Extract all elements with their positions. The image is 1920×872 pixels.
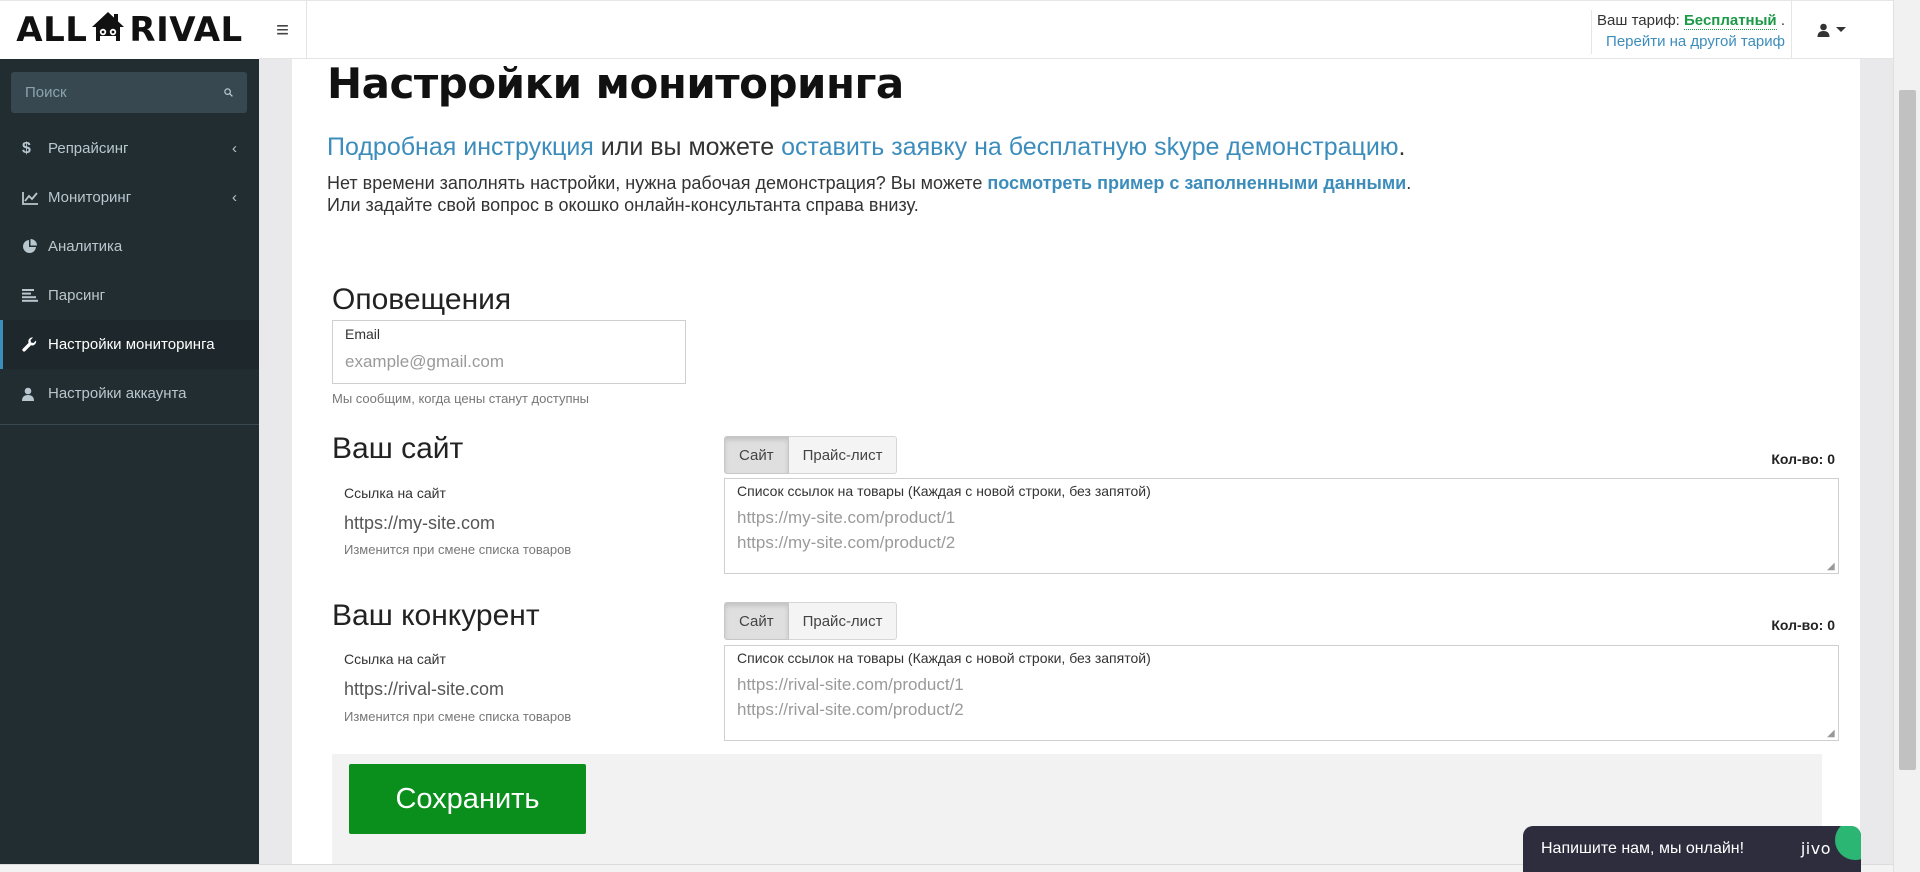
pie-chart-icon [22,239,44,254]
competitor-site-source-button[interactable]: Сайт [724,602,789,640]
chat-widget[interactable]: Напишите нам, мы онлайн! jivo [1523,826,1861,872]
competitor-product-count: Кол-во: 0 [1771,617,1835,633]
sidebar-item-label: Настройки аккаунта [48,385,187,402]
competitor-title: Ваш конкурент [332,599,540,632]
page-scrollbar[interactable] [1893,0,1920,872]
chevron-left-icon: ‹ [232,189,237,206]
tariff-label: Ваш тариф: [1597,12,1680,29]
brand-logo[interactable]: ALL RIVAL [0,0,259,59]
instruction-link[interactable]: Подробная инструкция [327,133,594,161]
competitor-links-textarea[interactable] [737,672,1826,734]
list-icon [22,289,44,302]
source-toggle: Сайт Прайс-лист [724,436,898,474]
house-icon [90,9,126,52]
sidebar-item-label: Настройки мониторинга [48,336,215,353]
jivo-logo: jivo [1800,839,1831,858]
site-link-label: Ссылка на сайт [344,485,446,501]
search-icon[interactable] [224,85,233,100]
user-icon [22,387,44,401]
email-label: Email [345,326,381,342]
tariff-value-link[interactable]: Бесплатный [1684,12,1777,30]
email-form-group: Email [332,320,686,384]
chat-online-icon [1835,826,1861,860]
description-text: Нет времени заполнять настройки, нужна р… [327,172,1411,216]
notifications-title: Оповещения [332,283,512,316]
change-tariff-link[interactable]: Перейти на другой тариф [1606,33,1785,50]
email-help-text: Мы сообщим, когда цены станут доступны [332,391,590,406]
sidebar-item-label: Парсинг [48,287,106,304]
brand-left: ALL [16,10,88,50]
resize-handle-icon[interactable]: ◢ [1827,562,1837,572]
sidebar-item-label: Аналитика [48,238,123,255]
caret-down-icon [1835,27,1846,32]
user-icon [1817,23,1829,37]
sidebar-item-account-settings[interactable]: Настройки аккаунта [0,369,259,418]
intro-text: Подробная инструкция или вы можете остав… [327,131,1406,163]
your-site-title: Ваш сайт [332,432,464,465]
product-links-textarea[interactable] [737,505,1826,567]
chat-text: Напишите нам, мы онлайн! [1541,840,1745,857]
sidebar-item-label: Репрайсинг [48,140,129,157]
competitor-pricelist-source-button[interactable]: Прайс-лист [788,602,898,640]
desc-line2: Или задайте свой вопрос в окошко онлайн-… [327,195,919,215]
main-content: Настройки мониторинга Подробная инструкц… [292,59,1860,872]
sidebar-item-monitoring[interactable]: Мониторинг ‹ [0,173,259,222]
email-field[interactable] [345,352,673,372]
user-menu-button[interactable] [1791,1,1871,59]
page-title: Настройки мониторинга [327,59,904,108]
hamburger-menu-button[interactable]: ≡ [259,1,307,59]
competitor-link-value: https://rival-site.com [344,679,505,699]
example-data-link[interactable]: посмотреть пример с заполненными данными [987,173,1406,193]
search-input[interactable] [25,84,224,101]
resize-handle-icon[interactable]: ◢ [1827,729,1837,739]
sidebar-nav: $ Репрайсинг ‹ Мониторинг ‹ Аналитика Па… [0,124,259,425]
intro-end: . [1398,133,1406,161]
scrollbar-thumb[interactable] [1899,90,1916,770]
intro-middle: или вы можете [593,133,782,161]
wrench-icon [22,337,44,352]
brand-right: RIVAL [129,10,243,50]
tariff-dot: . [1780,12,1785,29]
site-link-value: https://my-site.com [344,513,496,533]
competitor-help-text: Изменится при смене списка товаров [344,709,572,724]
product-count: Кол-во: 0 [1771,451,1835,467]
sidebar-divider [0,424,259,425]
product-links-label: Список ссылок на товары (Каждая с новой … [737,483,1151,499]
sidebar-search [11,72,247,113]
skype-demo-link[interactable]: оставить заявку на бесплатную skype демо… [781,133,1398,161]
sidebar-item-analytics[interactable]: Аналитика [0,222,259,271]
product-links-group: Список ссылок на товары (Каждая с новой … [724,478,1839,574]
dollar-icon: $ [22,139,31,157]
tariff-info: Ваш тариф: Бесплатный . Перейти на друго… [1591,10,1791,54]
sidebar-item-label: Мониторинг [48,189,132,206]
sidebar-item-parsing[interactable]: Парсинг [0,271,259,320]
sidebar: $ Репрайсинг ‹ Мониторинг ‹ Аналитика Па… [0,59,259,872]
competitor-links-label: Список ссылок на товары (Каждая с новой … [737,650,1151,666]
competitor-source-toggle: Сайт Прайс-лист [724,602,898,640]
sidebar-item-monitoring-settings[interactable]: Настройки мониторинга [0,320,259,369]
competitor-links-group: Список ссылок на товары (Каждая с новой … [724,645,1839,741]
sidebar-item-repricing[interactable]: $ Репрайсинг ‹ [0,124,259,173]
line-chart-icon [22,191,44,205]
top-navbar: ≡ Ваш тариф: Бесплатный . Перейти на дру… [259,0,1893,59]
desc-end: . [1406,173,1412,193]
site-source-button[interactable]: Сайт [724,436,789,474]
competitor-link-label: Ссылка на сайт [344,651,446,667]
chevron-left-icon: ‹ [232,140,237,157]
pricelist-source-button[interactable]: Прайс-лист [788,436,898,474]
your-site-block: Ваш сайт Ссылка на сайт https://my-site.… [332,432,1839,574]
site-help-text: Изменится при смене списка товаров [344,542,572,557]
hamburger-icon: ≡ [276,17,289,42]
save-button[interactable]: Сохранить [349,764,586,834]
desc-start: Нет времени заполнять настройки, нужна р… [327,173,988,193]
competitor-block: Ваш конкурент Ссылка на сайт https://riv… [332,599,1839,741]
